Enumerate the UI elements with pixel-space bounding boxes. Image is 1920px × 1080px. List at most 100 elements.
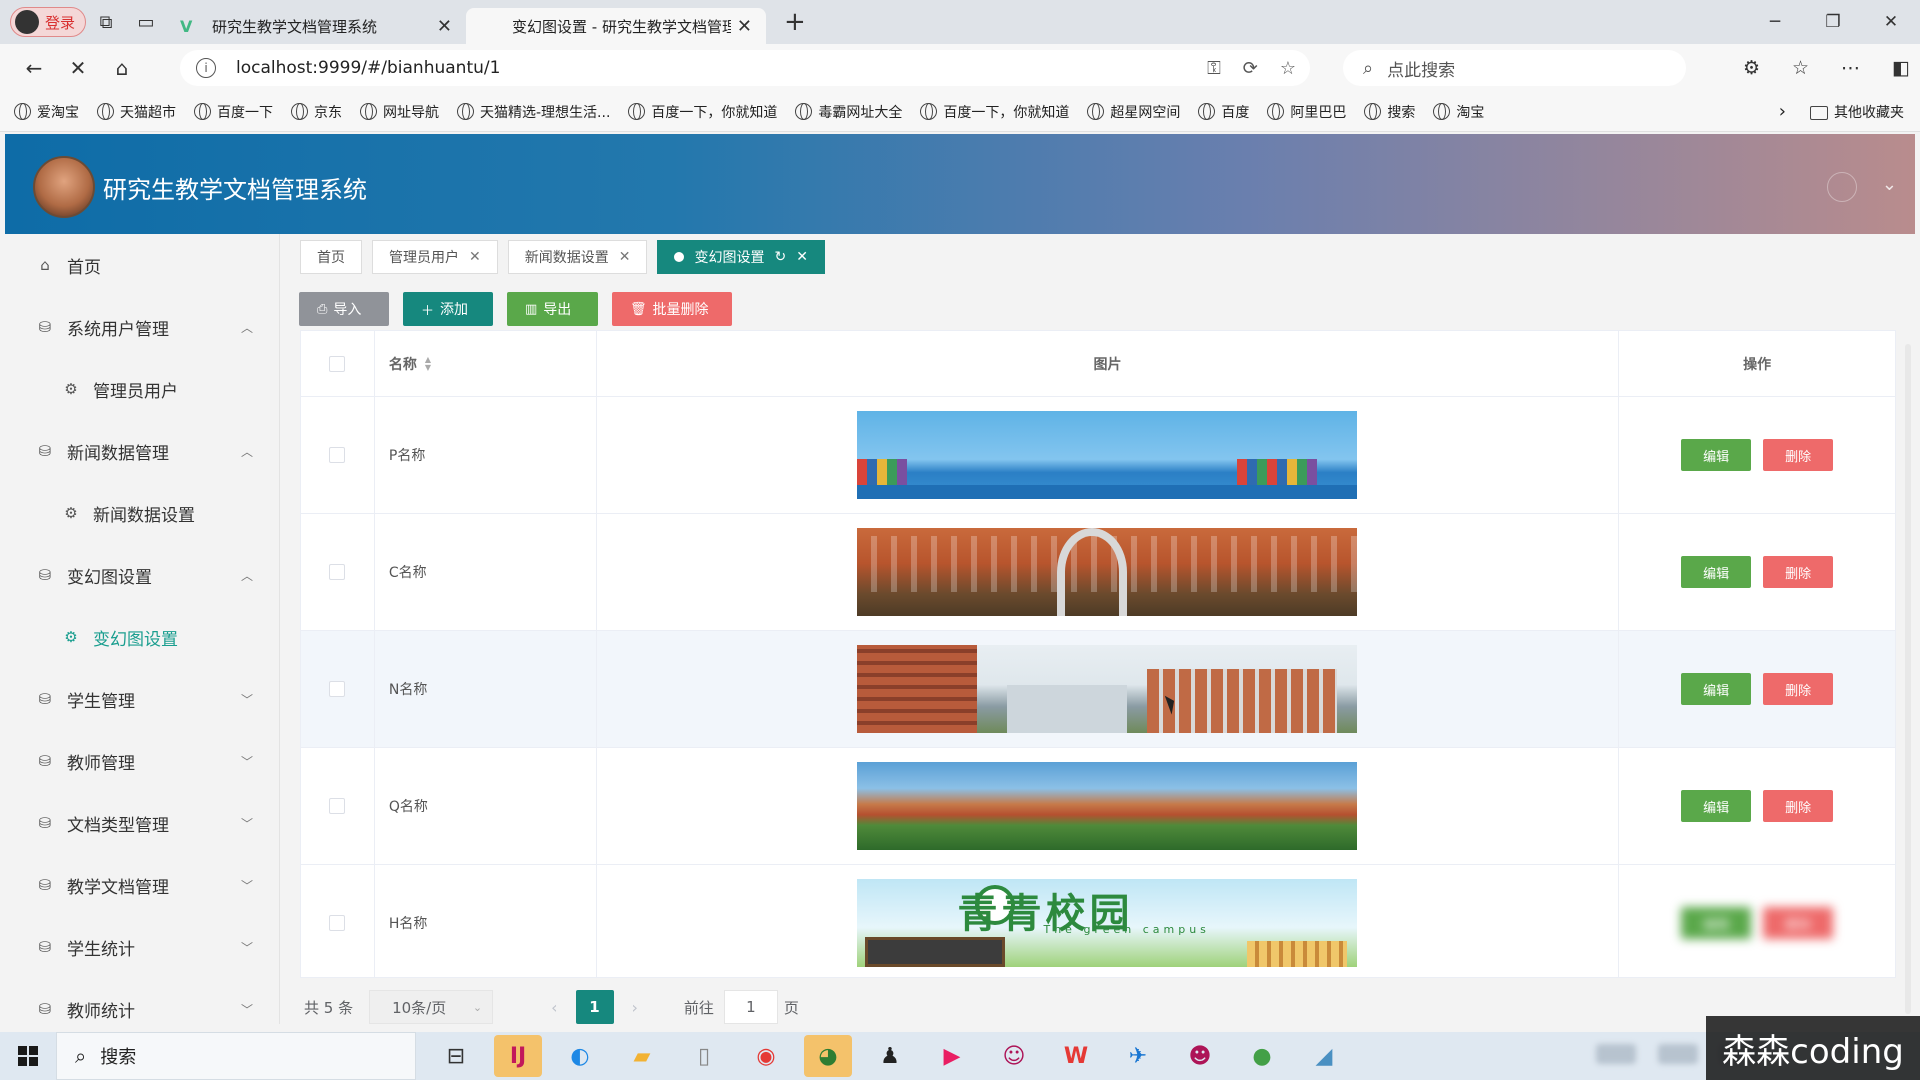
sidebar-item-carousel-settings[interactable]: ⚙ 变幻图设置 [5, 606, 279, 668]
close-tab-icon[interactable]: ✕ [437, 16, 452, 37]
refresh-edge-icon[interactable]: ⟳ [1243, 58, 1258, 79]
more-icon[interactable]: ⋯ [1841, 57, 1860, 79]
media-icon[interactable]: ▶ [928, 1035, 976, 1077]
sidebar-group-students[interactable]: ⛁ 学生管理 ﹀ [5, 668, 279, 730]
row-checkbox[interactable] [329, 798, 346, 814]
wps-icon[interactable]: W [1052, 1035, 1100, 1077]
delete-button[interactable]: 删除 [1763, 556, 1834, 588]
other-bookmarks[interactable]: 其他收藏夹 [1810, 102, 1904, 122]
export-button[interactable]: ▥ 导出 [507, 292, 598, 326]
site-info-icon[interactable]: i [196, 58, 216, 78]
bookmark[interactable]: 阿里巴巴 [1267, 102, 1346, 122]
close-icon[interactable]: ✕ [469, 249, 481, 265]
favorites-icon[interactable]: ☆ [1792, 57, 1809, 79]
bookmark[interactable]: 百度一下 [194, 102, 273, 122]
tencent-icon[interactable]: ✈ [1114, 1035, 1162, 1077]
intellij-icon[interactable]: IJ [494, 1035, 542, 1077]
delete-button[interactable]: 删除 [1763, 907, 1834, 939]
import-button[interactable]: ⎙ 导入 [299, 292, 389, 326]
bookmark[interactable]: 搜索 [1364, 102, 1415, 122]
collections-icon[interactable]: ⧉ [86, 5, 126, 39]
sidebar-group-student-stats[interactable]: ⛁ 学生统计 ﹀ [5, 916, 279, 978]
row-checkbox[interactable] [329, 564, 346, 580]
banner-image[interactable] [857, 645, 1358, 733]
delete-button[interactable]: 删除 [1763, 673, 1834, 705]
bookmark[interactable]: 天猫精选-理想生活... [457, 102, 610, 122]
tag-carousel-settings[interactable]: 变幻图设置 ↻ ✕ [657, 240, 825, 274]
close-window-icon[interactable]: ✕ [1862, 0, 1920, 44]
sidebar-group-teachers[interactable]: ⛁ 教师管理 ﹀ [5, 730, 279, 792]
delete-button[interactable]: 删除 [1763, 439, 1834, 471]
prev-page-icon[interactable]: ‹ [551, 998, 557, 1017]
sidebar-group-news[interactable]: ⛁ 新闻数据管理 ︿ [5, 420, 279, 482]
close-tab-icon[interactable]: ✕ [737, 16, 752, 37]
select-all-checkbox[interactable] [329, 355, 346, 372]
row-checkbox[interactable] [329, 915, 346, 931]
edit-button[interactable]: 编辑 [1681, 439, 1752, 471]
profile-button[interactable]: 登录 [10, 7, 87, 37]
user-avatar[interactable] [1827, 172, 1857, 202]
edit-button[interactable]: 编辑 [1681, 556, 1752, 588]
sidebar-item-admin-users[interactable]: ⚙ 管理员用户 [5, 358, 279, 420]
bookmark[interactable]: 淘宝 [1433, 102, 1484, 122]
sidebar-item-news-settings[interactable]: ⚙ 新闻数据设置 [5, 482, 279, 544]
green-app-icon[interactable]: ● [1238, 1035, 1286, 1077]
restore-icon[interactable]: ❐ [1804, 0, 1862, 44]
banner-image[interactable] [857, 528, 1358, 616]
chrome-icon[interactable]: ◉ [742, 1035, 790, 1077]
new-tab-icon[interactable]: + [784, 7, 806, 37]
bookmark[interactable]: 爱淘宝 [14, 102, 79, 122]
qq-icon[interactable]: ♟ [866, 1035, 914, 1077]
column-name-header[interactable]: 名称 ▲ ▼ [375, 331, 597, 396]
row-checkbox[interactable] [329, 447, 346, 463]
sidebar-group-doc-types[interactable]: ⛁ 文档类型管理 ﹀ [5, 792, 279, 854]
delete-button[interactable]: 删除 [1763, 790, 1834, 822]
browser-tab-1[interactable]: V 研究生教学文档管理系统 ✕ [166, 8, 466, 44]
sidebar-toggle-icon[interactable]: ◧ [1892, 57, 1910, 79]
address-input[interactable]: i localhost:9999/#/bianhuantu/1 ⚿ ⟳ ☆ [180, 50, 1310, 86]
blue-app-icon[interactable]: ◢ [1300, 1035, 1348, 1077]
add-button[interactable]: ＋ 添加 [403, 292, 493, 326]
sort-icon[interactable]: ▲ ▼ [425, 355, 431, 372]
home-icon[interactable]: ⌂ [100, 48, 144, 88]
sidebar-item-home[interactable]: ⌂ 首页 [5, 234, 279, 296]
tab-actions-icon[interactable]: ▭ [126, 5, 166, 39]
refresh-icon[interactable]: ↻ [774, 249, 786, 265]
file-explorer-icon[interactable]: ▰ [618, 1035, 666, 1077]
notepad-icon[interactable]: ▯ [680, 1035, 728, 1077]
sidebar-group-carousel[interactable]: ⛁ 变幻图设置 ︿ [5, 544, 279, 606]
bookmark[interactable]: 百度一下，你就知道 [628, 102, 777, 122]
back-icon[interactable]: ← [12, 48, 56, 88]
edit-button[interactable]: 编辑 [1681, 790, 1752, 822]
contact-app-icon[interactable]: ☻ [1176, 1035, 1224, 1077]
task-view-icon[interactable]: ⊟ [432, 1035, 480, 1077]
banner-image[interactable]: 青青校园 The green campus [857, 879, 1358, 967]
extensions-icon[interactable]: ⚙ [1743, 57, 1760, 79]
batch-delete-button[interactable]: 🗑 批量删除 [612, 292, 732, 326]
banner-image[interactable] [857, 762, 1358, 850]
close-icon[interactable]: ✕ [796, 249, 808, 265]
tag-news-settings[interactable]: 新闻数据设置 ✕ [507, 240, 648, 274]
page-size-select[interactable]: 10条/页 ⌄ [369, 990, 494, 1024]
chevron-down-icon[interactable]: ⌄ [1882, 174, 1897, 195]
bookmark[interactable]: 毒霸网址大全 [795, 102, 902, 122]
sidebar-group-system-users[interactable]: ⛁ 系统用户管理 ︿ [5, 296, 279, 358]
favorite-star-icon[interactable]: ☆ [1280, 58, 1296, 79]
next-page-icon[interactable]: › [632, 998, 638, 1017]
edge-icon[interactable]: ◐ [556, 1035, 604, 1077]
close-icon[interactable]: ✕ [619, 249, 631, 265]
start-button[interactable] [0, 1032, 56, 1080]
scrollbar[interactable] [1905, 344, 1911, 1014]
tag-home[interactable]: 首页 [300, 240, 362, 274]
page-number-button[interactable]: 1 [575, 990, 614, 1024]
key-icon[interactable]: ⚿ [1207, 58, 1221, 79]
browser-tab-2[interactable]: 变幻图设置 - 研究生教学文档管理 ✕ [466, 8, 767, 44]
edit-button[interactable]: 编辑 [1681, 673, 1752, 705]
sidebar-group-teacher-stats[interactable]: ⛁ 教师统计 ﹀ [5, 978, 279, 1024]
bookmarks-overflow-icon[interactable]: › [1779, 101, 1786, 122]
avatar-app-icon[interactable]: ☺ [990, 1035, 1038, 1077]
tag-admin-users[interactable]: 管理员用户 ✕ [372, 240, 498, 274]
bookmark[interactable]: 网址导航 [360, 102, 439, 122]
bookmark[interactable]: 京东 [291, 102, 342, 122]
bookmark[interactable]: 百度 [1198, 102, 1249, 122]
